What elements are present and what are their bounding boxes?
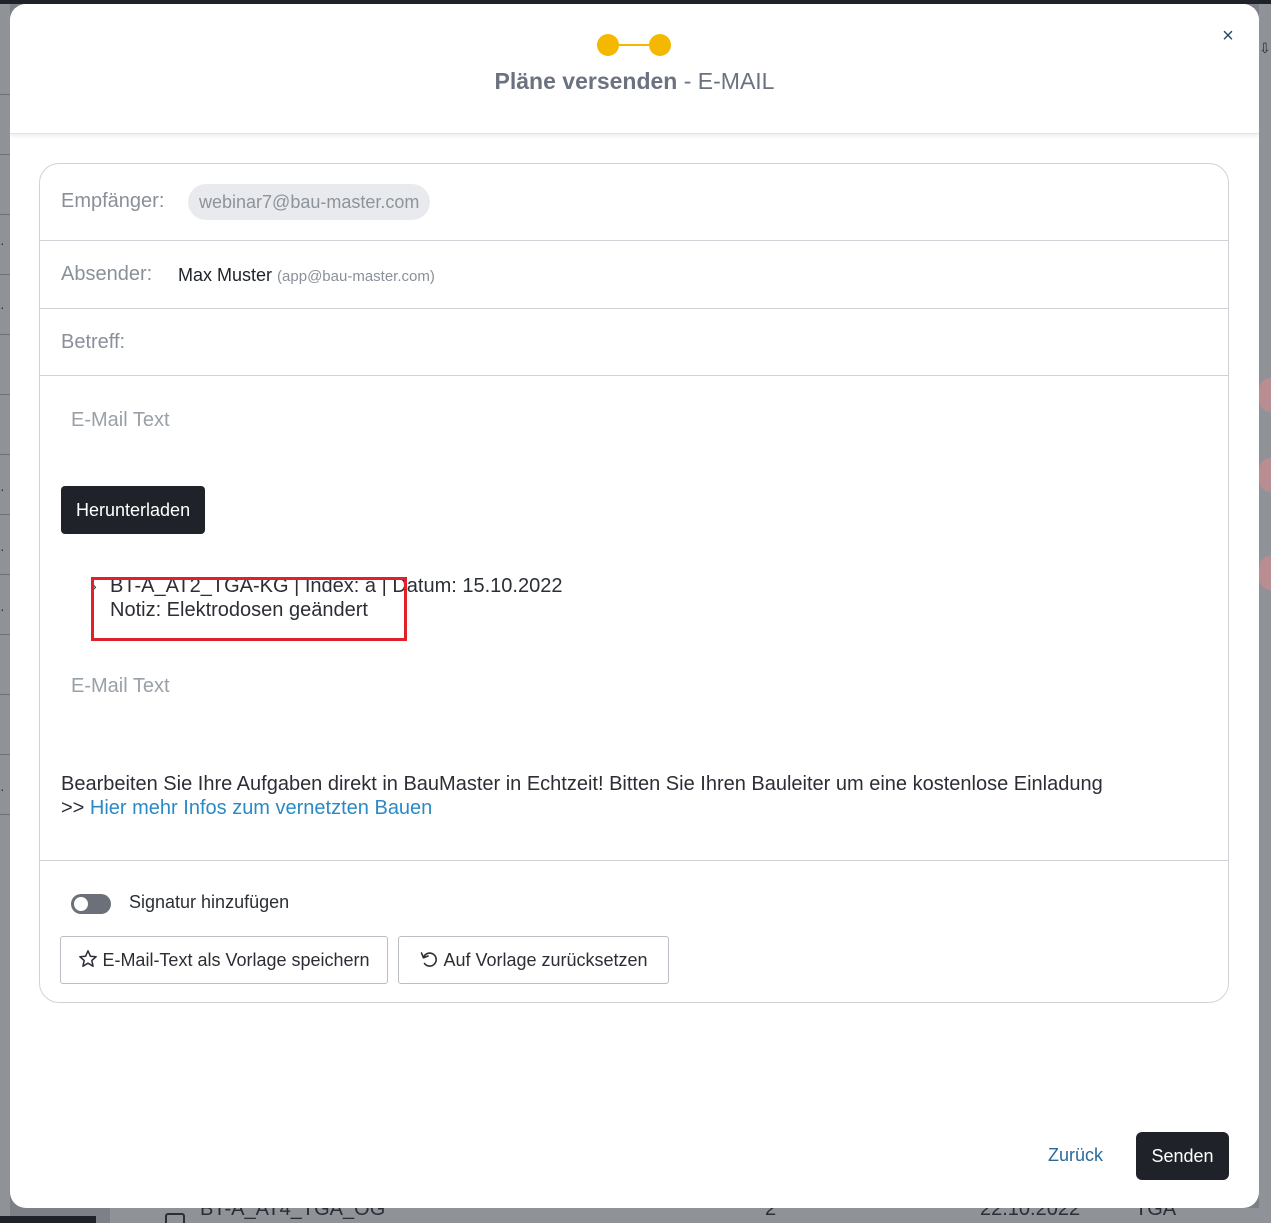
modal-title-bold: Pläne versenden	[494, 68, 678, 94]
signature-label: Signatur hinzufügen	[129, 892, 290, 912]
background-right-strip	[1259, 4, 1271, 1223]
background-more-icon: ·	[0, 781, 5, 797]
sender-row: Absender: Max Muster (app@bau-master.com…	[40, 241, 1228, 309]
send-plans-modal: Pläne versenden - E-MAIL × Empfänger: we…	[10, 4, 1259, 1208]
background-divider	[0, 214, 10, 215]
undo-icon	[421, 952, 438, 967]
background-divider	[0, 154, 10, 155]
background-more-icon: ·	[0, 299, 5, 315]
background-more-icon: ·	[0, 601, 5, 617]
sender-label: Absender:	[61, 263, 153, 285]
background-table-row: BT-A_AT4_TGA_OG 2 22.10.2022 TGA	[110, 1208, 1271, 1223]
stepper-connector	[617, 44, 651, 46]
save-template-label: E-Mail-Text als Vorlage speichern	[102, 950, 370, 970]
recipient-chip[interactable]: webinar7@bau-master.com	[188, 184, 431, 220]
toggle-knob	[74, 897, 88, 911]
modal-title: Pläne versenden - E-MAIL	[10, 68, 1259, 95]
background-more-icon: ·	[0, 235, 5, 251]
background-divider	[0, 394, 10, 395]
signature-toggle[interactable]	[71, 894, 111, 914]
modal-title-rest: - E-MAIL	[677, 68, 775, 94]
promo-prefix: >>	[61, 797, 90, 819]
modal-header: Pläne versenden - E-MAIL ×	[10, 4, 1259, 134]
background-divider	[0, 334, 10, 335]
email-body[interactable]: E-Mail Text Herunterladen › BT-A_AT2_TGA…	[40, 376, 1228, 861]
promo-link-line: >> Hier mehr Infos zum vernetzten Bauen	[61, 796, 1103, 820]
recipient-row: Empfänger: webinar7@bau-master.com	[40, 164, 1228, 241]
background-row-date: 22.10.2022	[980, 1208, 1081, 1220]
background-download-icon: ⇩	[1259, 40, 1271, 56]
promo-link[interactable]: Hier mehr Infos zum vernetzten Bauen	[90, 797, 432, 819]
subject-label: Betreff:	[61, 331, 126, 353]
background-divider	[0, 454, 10, 455]
recipient-label: Empfänger:	[61, 190, 165, 212]
back-link[interactable]: Zurück	[1048, 1145, 1103, 1166]
reset-template-button[interactable]: Auf Vorlage zurücksetzen	[398, 936, 669, 984]
email-text-placeholder-top[interactable]: E-Mail Text	[71, 409, 170, 432]
close-icon[interactable]: ×	[1216, 24, 1240, 48]
sender-value: Max Muster (app@bau-master.com)	[178, 265, 435, 286]
background-row-name: BT-A_AT4_TGA_OG	[200, 1208, 386, 1220]
background-divider	[0, 754, 10, 755]
subject-row[interactable]: Betreff:	[40, 309, 1228, 376]
background-more-icon: ·	[0, 481, 5, 497]
background-divider	[0, 274, 10, 275]
background-divider	[0, 94, 10, 95]
background-badge	[1259, 556, 1271, 590]
promo-sentence: Bearbeiten Sie Ihre Aufgaben direkt in B…	[61, 773, 1103, 795]
promo-text: Bearbeiten Sie Ihre Aufgaben direkt in B…	[61, 772, 1103, 820]
highlight-annotation	[91, 577, 407, 641]
sender-email: (app@bau-master.com)	[277, 268, 435, 285]
reset-template-label: Auf Vorlage zurücksetzen	[443, 950, 648, 970]
save-template-button[interactable]: E-Mail-Text als Vorlage speichern	[60, 936, 388, 984]
stepper-step-2	[649, 34, 671, 56]
background-divider	[0, 814, 10, 815]
background-bottom-bar	[0, 1216, 96, 1223]
sender-name: Max Muster	[178, 265, 273, 285]
background-divider	[0, 634, 10, 635]
stepper	[597, 34, 671, 56]
star-icon	[79, 950, 98, 967]
background-row-tag: TGA	[1135, 1208, 1177, 1220]
background-divider	[0, 694, 10, 695]
email-text-placeholder-bottom[interactable]: E-Mail Text	[71, 675, 170, 698]
background-more-icon: ·	[0, 541, 5, 557]
background-badge	[1259, 458, 1271, 492]
background-checkbox	[165, 1213, 185, 1223]
background-badge	[1259, 378, 1271, 412]
background-divider	[0, 514, 10, 515]
email-form-card: Empfänger: webinar7@bau-master.com Absen…	[39, 163, 1229, 1003]
send-button[interactable]: Senden	[1136, 1132, 1229, 1180]
stepper-step-1	[597, 34, 619, 56]
background-divider	[0, 574, 10, 575]
download-button[interactable]: Herunterladen	[61, 486, 206, 534]
background-row-count: 2	[765, 1208, 777, 1220]
